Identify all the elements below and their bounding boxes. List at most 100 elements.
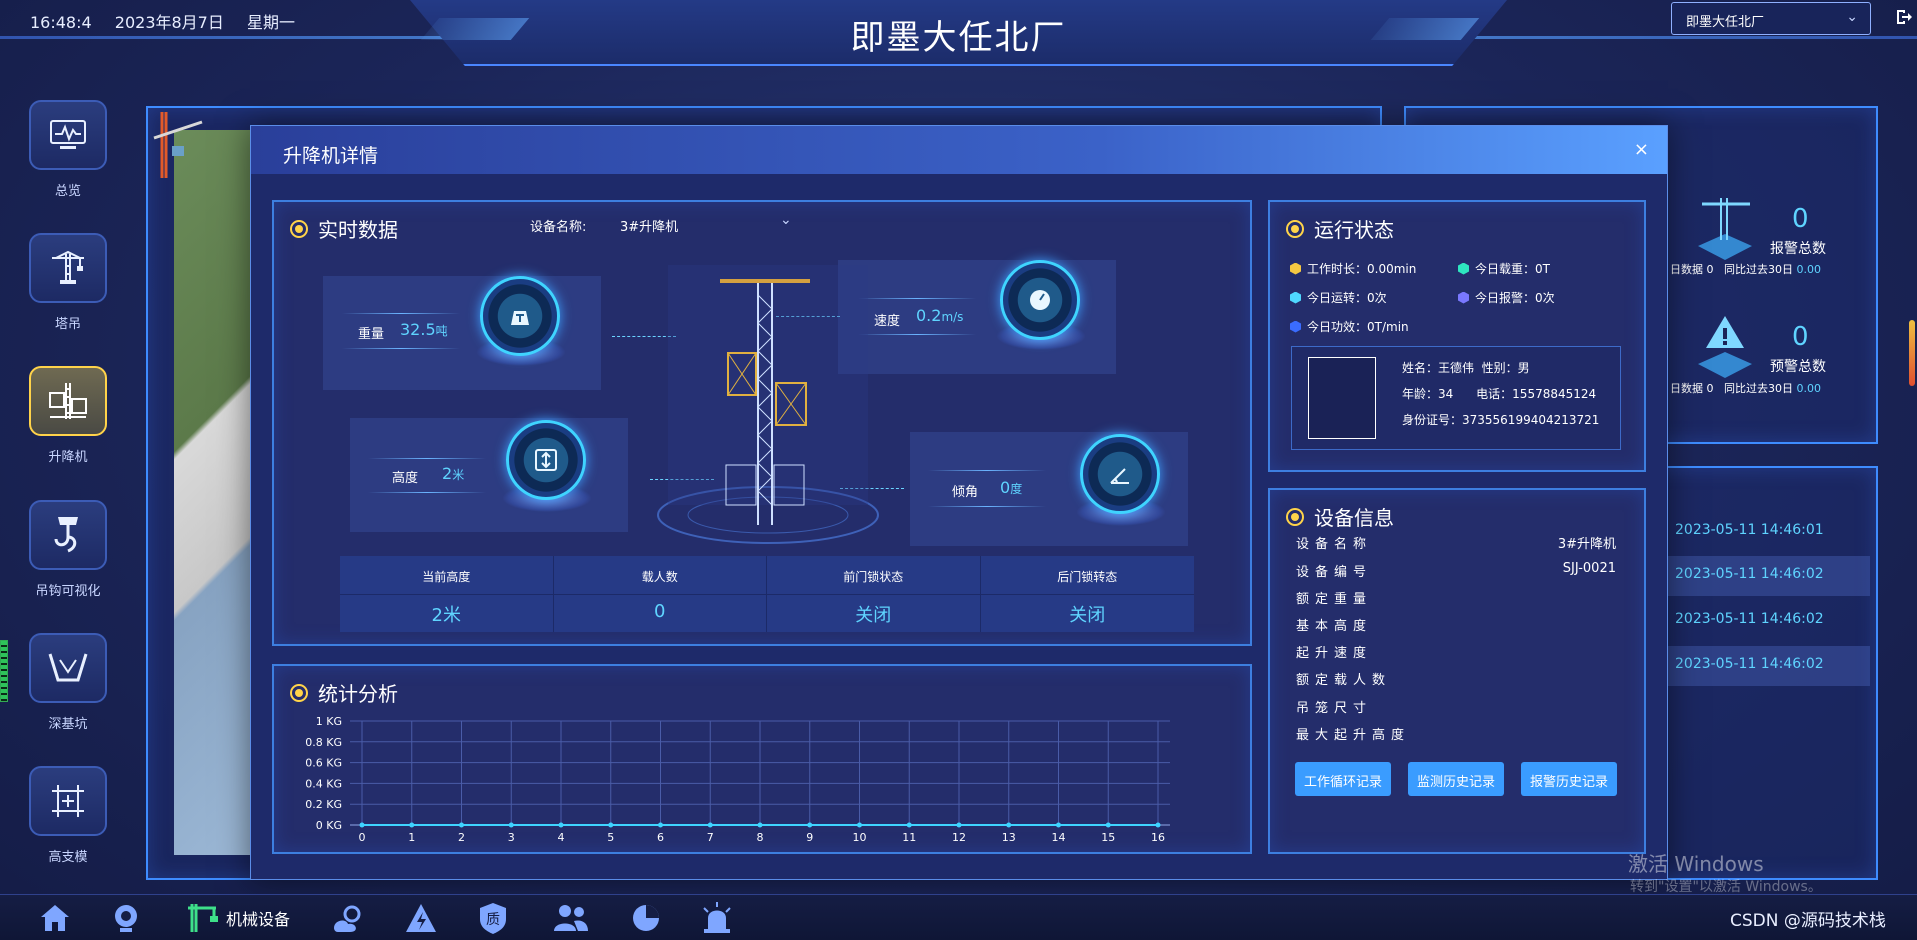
stats-line-chart: 0 KG0.2 KG0.4 KG0.6 KG0.8 KG1 KG0 1 2 3 4 5 6 7… xyxy=(305,715,1170,844)
info-label: 额定重量 xyxy=(1296,592,1373,607)
tower-crane-marker-icon xyxy=(153,112,203,178)
realtime-title-text: 实时数据 xyxy=(318,218,398,242)
device-info-row: 设备编号 SJJ-0021 xyxy=(1296,561,1616,580)
data-point xyxy=(658,822,663,828)
height-unit: 米 xyxy=(452,468,465,482)
nav-tile xyxy=(29,366,107,436)
activation-watermark-sub: 转到"设置"以激活 Windows。 xyxy=(1630,879,1822,895)
close-icon[interactable]: × xyxy=(1634,139,1649,160)
info-value: 3#升降机 xyxy=(1557,537,1616,552)
y-tick-label: 0.8 KG xyxy=(305,736,342,749)
data-point xyxy=(956,822,962,828)
tower-crane-icon xyxy=(52,250,84,284)
home-icon[interactable] xyxy=(38,901,72,935)
operator-name: 姓名：王德伟 性别：男 xyxy=(1402,359,1530,376)
device-name-select[interactable]: 3#升降机 xyxy=(620,216,678,235)
data-point xyxy=(1155,822,1161,828)
clock: 16:48:4 2023年8月7日 星期一 xyxy=(30,9,313,33)
monitor-history-button[interactable]: 监测历史记录 xyxy=(1408,762,1504,796)
x-tick-label: 11 xyxy=(902,831,916,844)
nav-item-hook-visual[interactable]: 吊钩可视化 xyxy=(26,500,110,610)
stat-prefix: 日数据 xyxy=(1670,382,1703,395)
alarm-time-row: 2023-05-11 14:46:02 xyxy=(1675,611,1824,627)
operator-phone: 电话：15578845124 xyxy=(1476,387,1597,401)
nav-item-deep-pit[interactable]: 深基坑 xyxy=(26,633,110,743)
title-dot-icon xyxy=(290,683,308,702)
nav-item-tower-crane[interactable]: 塔吊 xyxy=(26,233,110,343)
realtime-status-table: 当前高度 2米 载人数 0 前门锁状态 关闭 后门锁转态 关闭 xyxy=(340,556,1194,632)
bottom-nav: 机械设备 质 xyxy=(0,894,1917,940)
nav-item-overview[interactable]: 总览 xyxy=(26,100,110,210)
title-dot-icon xyxy=(1286,507,1304,526)
height-dial xyxy=(506,420,586,500)
today-power-item: 今日功效：0T/min xyxy=(1290,318,1409,335)
operator-contact: 年龄：34 电话：15578845124 xyxy=(1402,385,1596,402)
info-label: 起升速度 xyxy=(1296,646,1373,661)
modal-header: 升降机详情 × xyxy=(251,126,1667,174)
clock-time: 16:48:4 xyxy=(30,13,92,32)
stat-compare-value: 0.00 xyxy=(1796,382,1822,395)
info-label: 设备名称 xyxy=(1296,537,1373,552)
work-cycle-record-button[interactable]: 工作循环记录 xyxy=(1295,762,1391,796)
chevron-down-icon[interactable]: ⌄ xyxy=(780,212,792,228)
x-tick-label: 7 xyxy=(707,831,714,844)
quality-icon[interactable]: 质 xyxy=(478,901,508,935)
x-tick-label: 15 xyxy=(1101,831,1115,844)
nav-item-elevator[interactable]: 升降机 xyxy=(26,366,110,476)
nav-item-high-formwork[interactable]: 高支模 xyxy=(26,766,110,876)
exit-icon[interactable] xyxy=(1895,8,1913,26)
table-header: 前门锁状态 xyxy=(843,570,904,584)
data-point xyxy=(409,822,415,828)
x-tick-label: 4 xyxy=(558,831,565,844)
elevator-illustration xyxy=(657,265,879,544)
scrollbar-thumb[interactable] xyxy=(1909,320,1915,386)
elevator-icon xyxy=(49,383,87,419)
chevron-down-icon: ⌄ xyxy=(1846,9,1858,25)
weather-icon[interactable] xyxy=(330,901,366,935)
alarm-history-button[interactable]: 报警历史记录 xyxy=(1521,762,1617,796)
nav-label: 总览 xyxy=(54,184,81,199)
alarm-total-value: 0 xyxy=(1792,204,1809,234)
info-label: 额定载人数 xyxy=(1296,673,1392,688)
alarm-icon[interactable] xyxy=(700,901,734,935)
title-dot-icon xyxy=(1286,219,1304,238)
weight-label: 重量 xyxy=(358,327,385,342)
data-point xyxy=(1056,822,1061,828)
alarm-time-row: 2023-05-11 14:46:02 xyxy=(1660,556,1870,596)
site-select[interactable]: 即墨大任北厂 ⌄ xyxy=(1671,2,1871,35)
alarm-time-row: 2023-05-11 14:46:01 xyxy=(1675,522,1824,538)
data-point xyxy=(508,822,514,828)
nav-label: 吊钩可视化 xyxy=(35,584,101,599)
site-select-value: 即墨大任北厂 xyxy=(1686,15,1765,30)
deep-pit-icon xyxy=(48,653,88,682)
people-icon[interactable] xyxy=(552,901,590,935)
power-icon[interactable] xyxy=(404,901,438,935)
top-header: 即墨大任北厂 16:48:4 2023年8月7日 星期一 即墨大任北厂 ⌄ xyxy=(0,0,1917,70)
operator-name-text: 姓名：王德伟 xyxy=(1402,361,1475,375)
x-tick-label: 5 xyxy=(607,831,614,844)
x-tick-label: 6 xyxy=(657,831,664,844)
table-cell: 关闭 xyxy=(767,594,980,632)
y-tick-label: 0 KG xyxy=(316,819,342,832)
speed-unit: m/s xyxy=(941,310,964,324)
height-number: 2 xyxy=(442,464,453,483)
device-info-title-text: 设备信息 xyxy=(1314,506,1394,530)
nav-tile xyxy=(29,233,107,303)
stat-today: 0 xyxy=(1706,382,1714,395)
table-header: 载人数 xyxy=(641,570,678,584)
pie-icon[interactable] xyxy=(630,901,662,935)
y-tick-label: 0.2 KG xyxy=(305,798,342,811)
data-point xyxy=(608,822,614,828)
data-point xyxy=(459,822,464,828)
nav-tile xyxy=(29,766,107,836)
tilt-dial xyxy=(1080,434,1160,514)
nav-tile xyxy=(29,500,107,570)
realtime-title: 实时数据 xyxy=(290,214,398,243)
hex-icon xyxy=(1290,320,1301,333)
side-meter xyxy=(0,640,8,702)
machine-icon xyxy=(188,904,218,932)
camera-icon[interactable] xyxy=(110,901,142,935)
table-column: 当前高度 2米 xyxy=(340,556,554,632)
machine-equipment-tab[interactable]: 机械设备 xyxy=(186,901,290,935)
site-map[interactable] xyxy=(174,130,254,855)
